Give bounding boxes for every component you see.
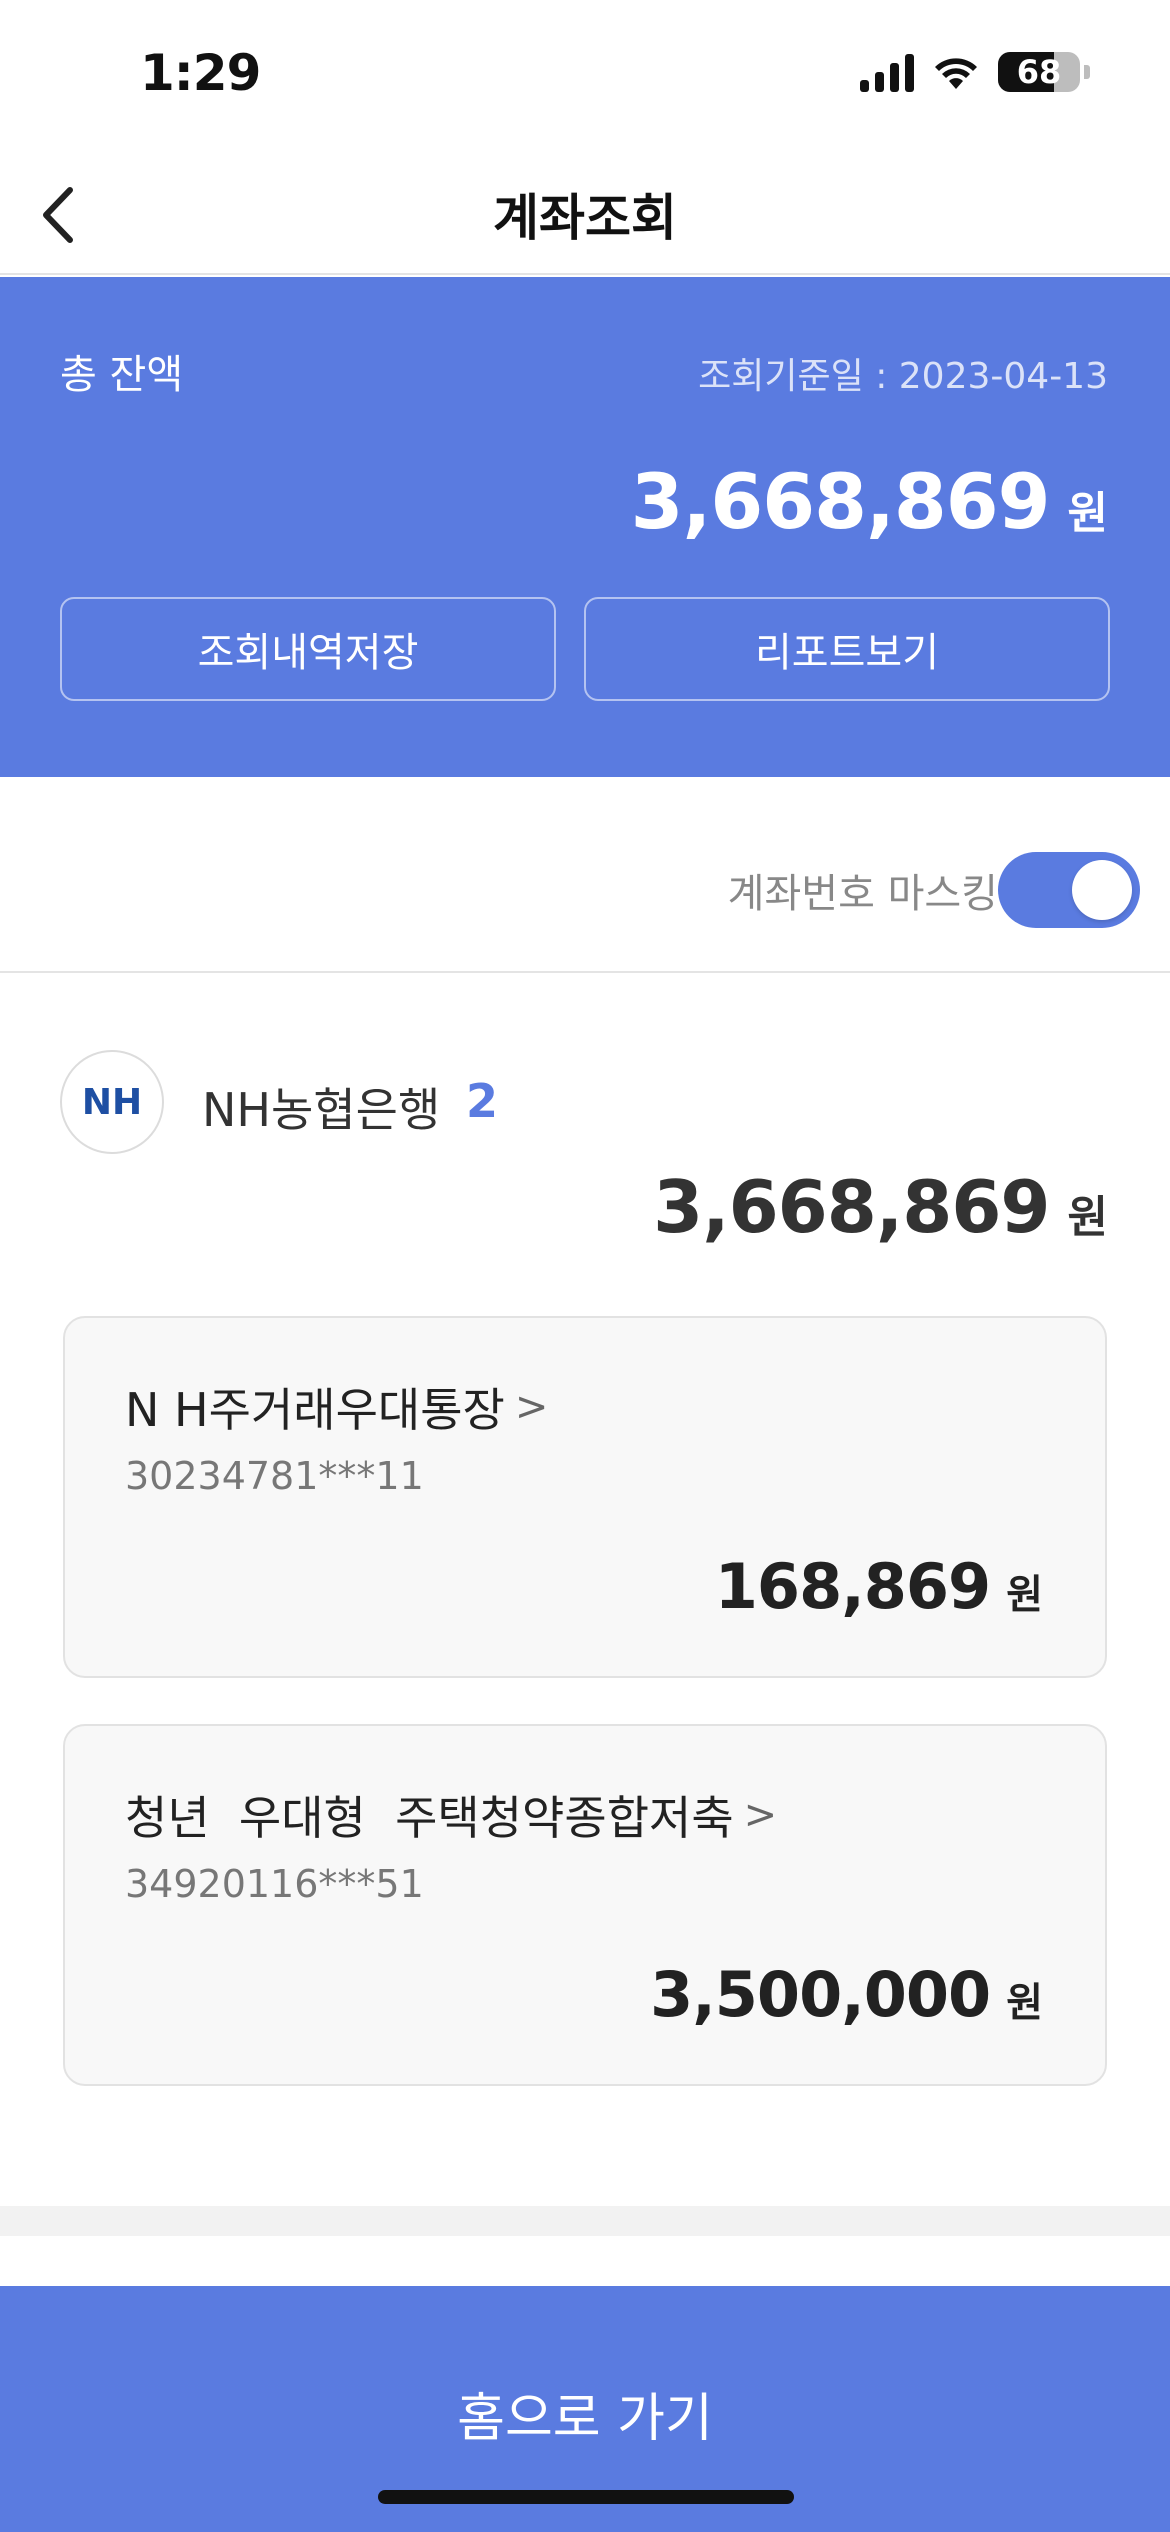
bank-total: 3,668,869 원	[653, 1165, 1108, 1249]
view-report-button[interactable]: 리포트보기	[584, 597, 1110, 701]
go-home-label: 홈으로 가기	[457, 2389, 713, 2449]
account-balance: 168,869 원	[715, 1550, 1043, 1623]
query-date: 조회기준일 : 2023-04-13	[698, 356, 1108, 397]
nh-bank-logo: NH	[60, 1050, 164, 1154]
account-balance: 3,500,000 원	[650, 1958, 1043, 2031]
account-number: 34920116***51	[125, 1862, 424, 1906]
total-balance: 3,668,869 원	[631, 457, 1108, 546]
cellular-signal-icon	[860, 52, 914, 92]
account-balance-amount: 168,869	[714, 1550, 991, 1623]
bank-name: NH농협은행	[202, 1083, 441, 1137]
status-icons: 68	[860, 52, 1090, 92]
battery-nub	[1084, 65, 1090, 79]
page-title: 계좌조회	[493, 189, 677, 247]
masking-toggle[interactable]	[998, 852, 1140, 928]
total-balance-amount: 3,668,869	[630, 457, 1051, 546]
currency-unit: 원	[1006, 1572, 1043, 1618]
battery-percent: 68	[1016, 53, 1062, 91]
chevron-right-icon: >	[743, 1792, 778, 1838]
toggle-knob	[1072, 860, 1132, 920]
account-name: 청년 우대형 주택청약종합저축	[125, 1791, 734, 1845]
bank-total-amount: 3,668,869	[653, 1165, 1050, 1249]
masking-label: 계좌번호 마스킹	[727, 871, 998, 917]
balance-summary: 총 잔액 조회기준일 : 2023-04-13 3,668,869 원 조회내역…	[0, 277, 1170, 777]
wifi-icon	[935, 58, 977, 89]
nav-bar: 계좌조회	[0, 150, 1170, 275]
masking-row: 계좌번호 마스킹	[0, 777, 1170, 973]
currency-unit: 원	[1067, 1192, 1108, 1243]
currency-unit: 원	[1067, 488, 1108, 539]
home-indicator	[378, 2490, 794, 2504]
battery-icon: 68	[998, 52, 1080, 92]
account-name: N H주거래우대통장	[125, 1383, 505, 1437]
account-name-row[interactable]: 청년 우대형 주택청약종합저축 >	[125, 1782, 777, 1848]
section-divider	[0, 2206, 1170, 2236]
account-number: 30234781***11	[125, 1454, 424, 1498]
account-balance-amount: 3,500,000	[650, 1958, 991, 2031]
account-card[interactable]: N H주거래우대통장 > 30234781***11 168,869 원	[63, 1316, 1107, 1678]
total-balance-label: 총 잔액	[60, 352, 184, 398]
status-bar: 1:29 68	[0, 0, 1170, 150]
account-name-row[interactable]: N H주거래우대통장 >	[125, 1374, 548, 1440]
account-count: 2	[466, 1074, 499, 1128]
save-history-button[interactable]: 조회내역저장	[60, 597, 556, 701]
currency-unit: 원	[1006, 1980, 1043, 2026]
status-time: 1:29	[140, 44, 261, 102]
account-card[interactable]: 청년 우대형 주택청약종합저축 > 34920116***51 3,500,00…	[63, 1724, 1107, 2086]
chevron-right-icon: >	[514, 1384, 549, 1430]
